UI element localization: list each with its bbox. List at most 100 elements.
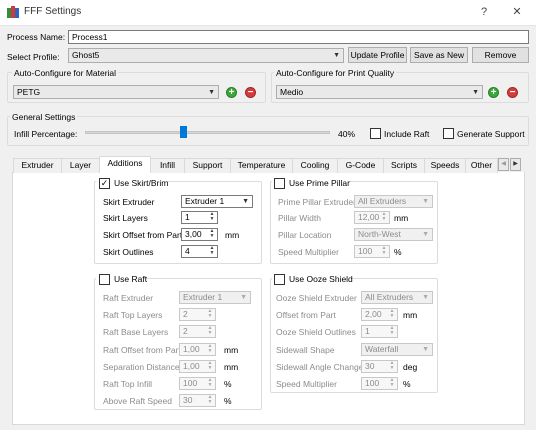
profile-select[interactable]: Ghost5 ▼ (68, 48, 344, 63)
ooze-offset-value: 2,00 (365, 309, 382, 319)
raft-top-layers-label: Raft Top Layers (103, 310, 163, 320)
close-button[interactable]: ✕ (505, 3, 529, 21)
tab-cooling[interactable]: Cooling (292, 158, 338, 173)
skirt-layers-input[interactable]: 1 ▲ ▼ (181, 211, 218, 224)
tab-scroll-left-icon[interactable]: ◀ (498, 158, 509, 171)
skirt-layers-label: Skirt Layers (103, 213, 148, 223)
prime-extruder-select[interactable]: All Extruders ▼ (354, 195, 433, 208)
use-ooze-shield-checkbox[interactable] (274, 274, 285, 285)
ooze-outlines-label: Ooze Shield Outlines (276, 327, 356, 337)
ooze-offset-unit: mm (403, 310, 418, 320)
quality-select-value: Medio (280, 87, 304, 97)
prime-speed-label: Speed Multiplier (278, 247, 339, 257)
raft-offset-input[interactable]: 1,00 ▲ ▼ (179, 343, 216, 356)
pillar-width-input[interactable]: 12,00 ▲ ▼ (354, 211, 390, 224)
separation-distance-input[interactable]: 1,00 ▲ ▼ (179, 360, 216, 373)
tab-layer[interactable]: Layer (61, 158, 100, 173)
prime-extruder-label: Prime Pillar Extruder (278, 197, 356, 207)
tab-infill[interactable]: Infill (150, 158, 185, 173)
ooze-offset-input[interactable]: 2,00 ▲ ▼ (361, 308, 398, 321)
remove-quality-button[interactable]: − (507, 87, 518, 98)
prime-speed-input[interactable]: 100 ▲ ▼ (354, 245, 390, 258)
skirt-extruder-label: Skirt Extruder (103, 197, 155, 207)
separation-distance-value: 1,00 (183, 361, 200, 371)
remove-profile-button[interactable]: Remove (472, 47, 529, 63)
use-raft-checkbox[interactable] (99, 274, 110, 285)
tab-support[interactable]: Support (184, 158, 231, 173)
pillar-location-select[interactable]: North-West ▼ (354, 228, 433, 241)
spin-arrows-icon[interactable]: ▲ ▼ (208, 212, 216, 223)
tab-other[interactable]: Other (465, 158, 498, 173)
ooze-outlines-input[interactable]: 1 ▲ ▼ (361, 325, 398, 338)
material-select[interactable]: PETG ▼ (13, 85, 219, 99)
tab-additions[interactable]: Additions (99, 156, 151, 173)
sidewall-angle-label: Sidewall Angle Change (276, 362, 364, 372)
tab-gcode[interactable]: G-Code (337, 158, 384, 173)
prime-extruder-value: All Extruders (358, 196, 407, 206)
spin-arrows-icon[interactable]: ▲ ▼ (206, 326, 214, 337)
spin-arrows-icon[interactable]: ▲ ▼ (208, 229, 216, 240)
ooze-extruder-select[interactable]: All Extruders ▼ (361, 291, 433, 304)
spin-arrows-icon[interactable]: ▲ ▼ (388, 326, 396, 337)
prime-speed-value: 100 (358, 246, 373, 256)
raft-top-layers-input[interactable]: 2 ▲ ▼ (179, 308, 216, 321)
spin-arrows-icon[interactable]: ▲ ▼ (206, 361, 214, 372)
separation-distance-label: Separation Distance (103, 362, 180, 372)
spin-arrows-icon[interactable]: ▲ ▼ (208, 246, 216, 257)
process-name-input[interactable]: Process1 (68, 30, 529, 44)
spin-arrows-icon[interactable]: ▲ ▼ (206, 344, 214, 355)
tab-extruder[interactable]: Extruder (13, 158, 62, 173)
chevron-down-icon: ▼ (240, 294, 247, 301)
spin-arrows-icon[interactable]: ▲ ▼ (380, 246, 388, 257)
generate-support-checkbox[interactable] (443, 128, 454, 139)
ooze-speed-input[interactable]: 100 ▲ ▼ (361, 377, 398, 390)
above-raft-speed-label: Above Raft Speed (103, 396, 172, 406)
spin-arrows-icon[interactable]: ▲ ▼ (206, 395, 214, 406)
skirt-outlines-input[interactable]: 4 ▲ ▼ (181, 245, 218, 258)
tab-scripts[interactable]: Scripts (383, 158, 425, 173)
sidewall-shape-value: Waterfall (365, 344, 399, 354)
pillar-width-label: Pillar Width (278, 213, 321, 223)
spin-arrows-icon[interactable]: ▲ ▼ (388, 378, 396, 389)
add-material-button[interactable]: + (226, 87, 237, 98)
raft-offset-value: 1,00 (183, 344, 200, 354)
quality-select[interactable]: Medio ▼ (276, 85, 483, 99)
general-settings-title: General Settings (10, 111, 78, 123)
sidewall-shape-select[interactable]: Waterfall ▼ (361, 343, 433, 356)
spin-arrows-icon[interactable]: ▲ ▼ (388, 361, 396, 372)
raft-extruder-select[interactable]: Extruder 1 ▼ (179, 291, 251, 304)
spin-arrows-icon[interactable]: ▲ ▼ (206, 309, 214, 320)
save-as-new-button[interactable]: Save as New (410, 47, 468, 63)
raft-extruder-value: Extruder 1 (183, 292, 223, 302)
pillar-width-value: 12,00 (358, 212, 380, 222)
tab-scroll-right-icon[interactable]: ▶ (510, 158, 521, 171)
update-profile-button[interactable]: Update Profile (348, 47, 407, 63)
raft-base-layers-input[interactable]: 2 ▲ ▼ (179, 325, 216, 338)
use-prime-pillar-checkbox[interactable] (274, 178, 285, 189)
infill-slider-thumb[interactable] (179, 126, 187, 138)
include-raft-checkbox[interactable] (370, 128, 381, 139)
ooze-speed-value: 100 (365, 378, 380, 388)
sidewall-angle-input[interactable]: 30 ▲ ▼ (361, 360, 398, 373)
chevron-down-icon: ▼ (422, 198, 429, 205)
infill-percentage-value: 40% (338, 129, 356, 139)
use-ooze-shield-label: Use Ooze Shield (289, 274, 353, 284)
add-quality-button[interactable]: + (488, 87, 499, 98)
help-button[interactable]: ? (472, 3, 496, 21)
use-skirt-brim-checkbox[interactable]: ✓ (99, 178, 110, 189)
raft-base-layers-label: Raft Base Layers (103, 327, 169, 337)
infill-percentage-label: Infill Percentage: (14, 129, 78, 139)
tab-temperature[interactable]: Temperature (230, 158, 293, 173)
infill-slider-track[interactable] (85, 131, 330, 134)
tab-speeds[interactable]: Speeds (424, 158, 466, 173)
raft-top-infill-input[interactable]: 100 ▲ ▼ (179, 377, 216, 390)
above-raft-speed-input[interactable]: 30 ▲ ▼ (179, 394, 216, 407)
sidewall-shape-label: Sidewall Shape (276, 345, 335, 355)
skirt-offset-input[interactable]: 3,00 ▲ ▼ (181, 228, 218, 241)
spin-arrows-icon[interactable]: ▲ ▼ (380, 212, 388, 223)
skirt-extruder-select[interactable]: Extruder 1 ▼ (181, 195, 253, 208)
remove-material-button[interactable]: − (245, 87, 256, 98)
spin-arrows-icon[interactable]: ▲ ▼ (388, 309, 396, 320)
profile-select-value: Ghost5 (72, 50, 100, 60)
spin-arrows-icon[interactable]: ▲ ▼ (206, 378, 214, 389)
